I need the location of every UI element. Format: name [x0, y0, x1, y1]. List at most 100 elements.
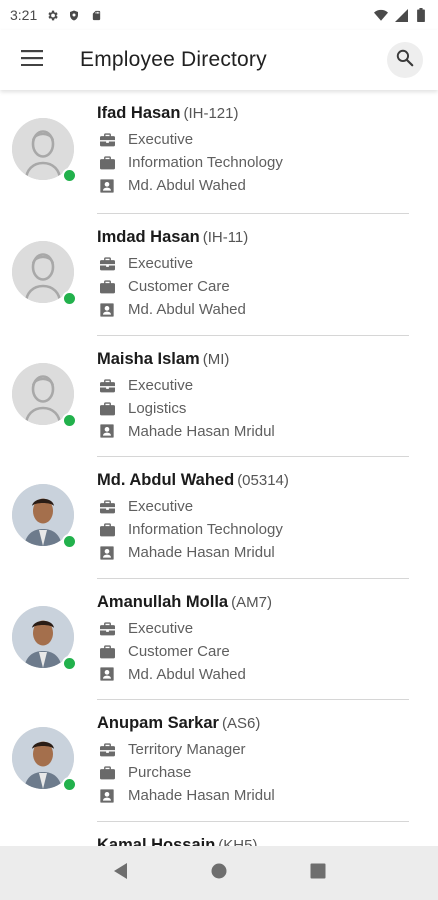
department-icon: [98, 278, 116, 296]
page-title: Employee Directory: [80, 48, 267, 71]
designation-icon: [98, 131, 116, 149]
shield-icon: [67, 8, 81, 22]
designation-text: Executive: [128, 255, 194, 272]
online-status-indicator: [62, 655, 77, 671]
employee-name-line: Kamal Hossain (KH5): [97, 836, 409, 846]
employee-department: Purchase: [97, 761, 409, 784]
employee-supervisor: Md. Abdul Wahed: [97, 663, 409, 686]
department-icon: [98, 154, 116, 172]
employee-details: Ifad Hasan (IH-121) Executive Information T…: [97, 104, 409, 197]
employee-designation: Executive: [97, 128, 409, 151]
online-status-indicator: [62, 534, 77, 550]
employee-designation: Executive: [97, 617, 409, 640]
employee-name: Amanullah Molla: [97, 592, 229, 611]
wifi-icon: [374, 8, 388, 22]
employee-supervisor: Mahade Hasan Mridul: [97, 784, 409, 807]
employee-designation: Territory Manager: [97, 738, 409, 761]
employee-card[interactable]: Kamal Hossain (KH5): [0, 822, 438, 846]
designation-icon: [98, 255, 116, 273]
department-icon: [98, 642, 116, 660]
supervisor-text: Mahade Hasan Mridul: [128, 787, 275, 805]
search-button[interactable]: [387, 42, 423, 78]
employee-card[interactable]: Amanullah Molla (AM7) Executive Customer Ca…: [0, 579, 438, 701]
employee-code: (05314): [237, 472, 289, 490]
employee-supervisor: Md. Abdul Wahed: [97, 174, 409, 197]
home-button[interactable]: [199, 853, 239, 893]
sd-card-icon: [89, 8, 103, 22]
employee-details: Anupam Sarkar (AS6) Territory Manager Purch…: [97, 714, 409, 807]
employee-details: Maisha Islam (MI) Executive Logistics Mahade…: [97, 350, 409, 443]
employee-supervisor: Mahade Hasan Mridul: [97, 420, 409, 443]
online-status-indicator: [62, 168, 77, 183]
employee-code: (IH-121): [183, 105, 239, 122]
employee-name-line: Maisha Islam (MI): [97, 350, 409, 374]
employee-name: Kamal Hossain: [97, 835, 216, 846]
designation-text: Territory Manager: [128, 741, 246, 759]
avatar-container: [12, 241, 77, 306]
employee-designation: Executive: [97, 374, 409, 397]
employee-name-line: Imdad Hasan (IH-11): [97, 228, 409, 252]
avatar-container: [12, 362, 77, 428]
employee-details: Imdad Hasan (IH-11) Executive Customer Care…: [97, 228, 409, 321]
employee-supervisor: Md. Abdul Wahed: [97, 298, 409, 321]
employee-card[interactable]: Imdad Hasan (IH-11) Executive Customer Care…: [0, 214, 438, 336]
employee-card[interactable]: Md. Abdul Wahed (05314) Executive Informati…: [0, 457, 438, 579]
employee-supervisor: Mahade Hasan Mridul: [97, 541, 409, 564]
supervisor-text: Mahade Hasan Mridul: [128, 544, 275, 562]
designation-icon: [98, 498, 116, 516]
home-icon: [210, 862, 228, 885]
back-button[interactable]: [100, 853, 140, 893]
department-text: Customer Care: [128, 642, 230, 660]
department-text: Customer Care: [128, 278, 230, 295]
avatar-container: [12, 484, 77, 550]
online-status-indicator: [62, 777, 77, 793]
supervisor-icon: [98, 301, 116, 319]
employee-name-line: Anupam Sarkar (AS6): [97, 714, 409, 738]
avatar-container: [12, 118, 77, 183]
designation-icon: [98, 619, 116, 637]
supervisor-icon: [98, 544, 116, 562]
department-icon: [98, 764, 116, 782]
employee-name: Md. Abdul Wahed: [97, 471, 235, 490]
employee-details: Md. Abdul Wahed (05314) Executive Informati…: [97, 471, 409, 564]
supervisor-icon: [98, 177, 116, 195]
employee-name: Maisha Islam: [97, 349, 200, 368]
employee-department: Customer Care: [97, 275, 409, 298]
search-icon: [395, 48, 415, 73]
online-status-indicator: [62, 412, 77, 428]
designation-icon: [98, 741, 116, 759]
status-time: 3:21: [10, 7, 38, 23]
employee-name-line: Md. Abdul Wahed (05314): [97, 471, 409, 495]
avatar-container: [12, 605, 77, 671]
supervisor-text: Md. Abdul Wahed: [128, 665, 246, 683]
department-icon: [98, 521, 116, 539]
supervisor-icon: [98, 787, 116, 805]
designation-text: Executive: [128, 619, 194, 637]
menu-button[interactable]: [12, 40, 52, 80]
designation-text: Executive: [128, 498, 194, 516]
employee-card[interactable]: Ifad Hasan (IH-121) Executive Information T…: [0, 90, 438, 214]
employee-card[interactable]: Maisha Islam (MI) Executive Logistics Mahade…: [0, 336, 438, 458]
employee-designation: Executive: [97, 252, 409, 275]
signal-icon: [394, 8, 408, 22]
department-text: Information Technology: [128, 154, 283, 171]
supervisor-icon: [98, 422, 116, 440]
employee-name-line: Ifad Hasan (IH-121): [97, 104, 409, 128]
designation-icon: [98, 376, 116, 394]
employee-code: (AM7): [231, 593, 272, 611]
recents-button[interactable]: [298, 853, 338, 893]
employee-designation: Executive: [97, 495, 409, 518]
employee-department: Information Technology: [97, 518, 409, 541]
employee-card[interactable]: Anupam Sarkar (AS6) Territory Manager Purch…: [0, 700, 438, 822]
department-text: Logistics: [128, 399, 187, 417]
employee-department: Customer Care: [97, 640, 409, 663]
employee-department: Logistics: [97, 397, 409, 420]
employee-code: (KH5): [218, 836, 258, 846]
status-bar: 3:21: [0, 0, 438, 30]
employee-list[interactable]: Ifad Hasan (IH-121) Executive Information T…: [0, 90, 438, 846]
employee-code: (MI): [202, 350, 230, 368]
supervisor-text: Md. Abdul Wahed: [128, 301, 246, 318]
supervisor-icon: [98, 665, 116, 683]
employee-department: Information Technology: [97, 151, 409, 174]
back-icon: [112, 862, 128, 885]
